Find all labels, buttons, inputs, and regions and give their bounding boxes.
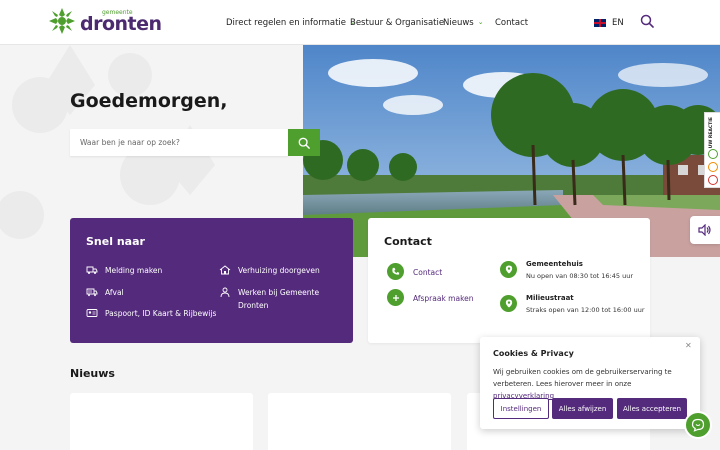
quick-link-afval[interactable]: Afval [86, 286, 124, 299]
read-aloud-button[interactable] [690, 216, 720, 244]
nav-nieuws[interactable]: Nieuws ⌄ [443, 0, 484, 45]
quick-link-melding[interactable]: Melding maken [86, 264, 162, 277]
dronten-logo-icon [49, 8, 75, 34]
cookie-accept-button[interactable]: Alles accepteren [617, 398, 687, 419]
feedback-tab-label: UW REACTIE [709, 117, 714, 149]
quick-link-label: Melding maken [105, 266, 163, 275]
location-name: Milieustraat [526, 294, 574, 302]
id-card-icon [86, 309, 98, 317]
nav-label: Contact [495, 17, 529, 28]
location-pin-icon [500, 261, 517, 278]
language-switch[interactable]: EN [594, 0, 624, 45]
plus-icon[interactable] [387, 289, 404, 306]
speaker-icon [698, 224, 711, 236]
phone-icon[interactable] [387, 263, 404, 280]
cookie-text: Wij gebruiken cookies om de gebruikerser… [493, 366, 693, 402]
location-hours: Straks open van 12:00 tot 16:00 uur [526, 306, 645, 314]
search-icon [298, 137, 310, 149]
feedback-side-tab[interactable]: UW REACTIE [704, 112, 720, 188]
afspraak-link[interactable]: Afspraak maken [413, 294, 474, 303]
quick-link-label: Afval [105, 288, 124, 297]
cookie-title: Cookies & Privacy [493, 349, 574, 358]
cookie-banner: Cookies & Privacy ✕ Wij gebruiken cookie… [480, 337, 700, 429]
cookie-text-body: Wij gebruiken cookies om de gebruikerser… [493, 368, 672, 388]
chat-button[interactable] [684, 411, 712, 439]
contact-panel: Contact Contact Afspraak maken Gemeenteh… [368, 218, 650, 343]
quick-link-label: Verhuizing doorgeven [238, 266, 320, 275]
nav-label: Nieuws [443, 17, 474, 28]
news-card[interactable] [70, 393, 253, 450]
truck-alert-icon [86, 266, 98, 274]
cookie-reject-button[interactable]: Alles afwijzen [552, 398, 613, 419]
search-icon[interactable] [640, 14, 654, 28]
location-pin-icon [500, 295, 517, 312]
nav-label: Direct regelen en informatie [226, 17, 347, 28]
uk-flag-icon [594, 18, 606, 27]
logo-big-text: dronten [80, 13, 162, 35]
cookie-settings-button[interactable]: Instellingen [493, 398, 549, 419]
search-button[interactable] [288, 129, 320, 156]
house-icon [219, 265, 231, 275]
news-card[interactable] [268, 393, 451, 450]
location-name: Gemeentehuis [526, 260, 583, 268]
news-heading: Nieuws [70, 367, 115, 380]
nav-bestuur[interactable]: Bestuur & Organisatie [350, 0, 444, 45]
nav-contact[interactable]: Contact [495, 0, 528, 45]
nav-direct-regelen[interactable]: Direct regelen en informatie ⌄ [226, 0, 356, 45]
smiley-sad-icon[interactable] [708, 175, 718, 185]
person-icon [220, 287, 230, 297]
quick-links-panel: Snel naar Melding maken Verhuizing doorg… [70, 218, 353, 343]
smiley-happy-icon[interactable] [708, 149, 718, 159]
logo-text: gemeente dronten [80, 6, 162, 36]
quick-link-label: Paspoort, ID Kaart & Rijbewijs [105, 309, 217, 318]
language-label: EN [612, 17, 624, 28]
smiley-neutral-icon[interactable] [708, 162, 718, 172]
logo[interactable]: gemeente dronten [47, 6, 162, 36]
greeting-heading: Goedemorgen, [70, 90, 228, 112]
contact-title: Contact [384, 235, 432, 248]
location-hours: Nu open van 08:30 tot 16:45 uur [526, 272, 633, 280]
garbage-truck-icon [86, 288, 98, 297]
quick-link-label: Werken bij Gemeente Dronten [238, 288, 320, 310]
nav-label: Bestuur & Organisatie [350, 17, 445, 28]
quick-link-paspoort[interactable]: Paspoort, ID Kaart & Rijbewijs [86, 307, 216, 320]
close-icon[interactable]: ✕ [685, 341, 692, 350]
search-input[interactable] [70, 129, 288, 156]
chevron-down-icon: ⌄ [477, 17, 484, 26]
contact-link[interactable]: Contact [413, 268, 442, 277]
quick-link-verhuizing[interactable]: Verhuizing doorgeven [219, 264, 320, 277]
site-header: gemeente dronten Direct regelen en infor… [0, 0, 720, 45]
quick-link-werken[interactable]: Werken bij Gemeente Dronten [219, 286, 339, 312]
chat-icon [691, 418, 705, 432]
quick-links-title: Snel naar [86, 235, 145, 248]
